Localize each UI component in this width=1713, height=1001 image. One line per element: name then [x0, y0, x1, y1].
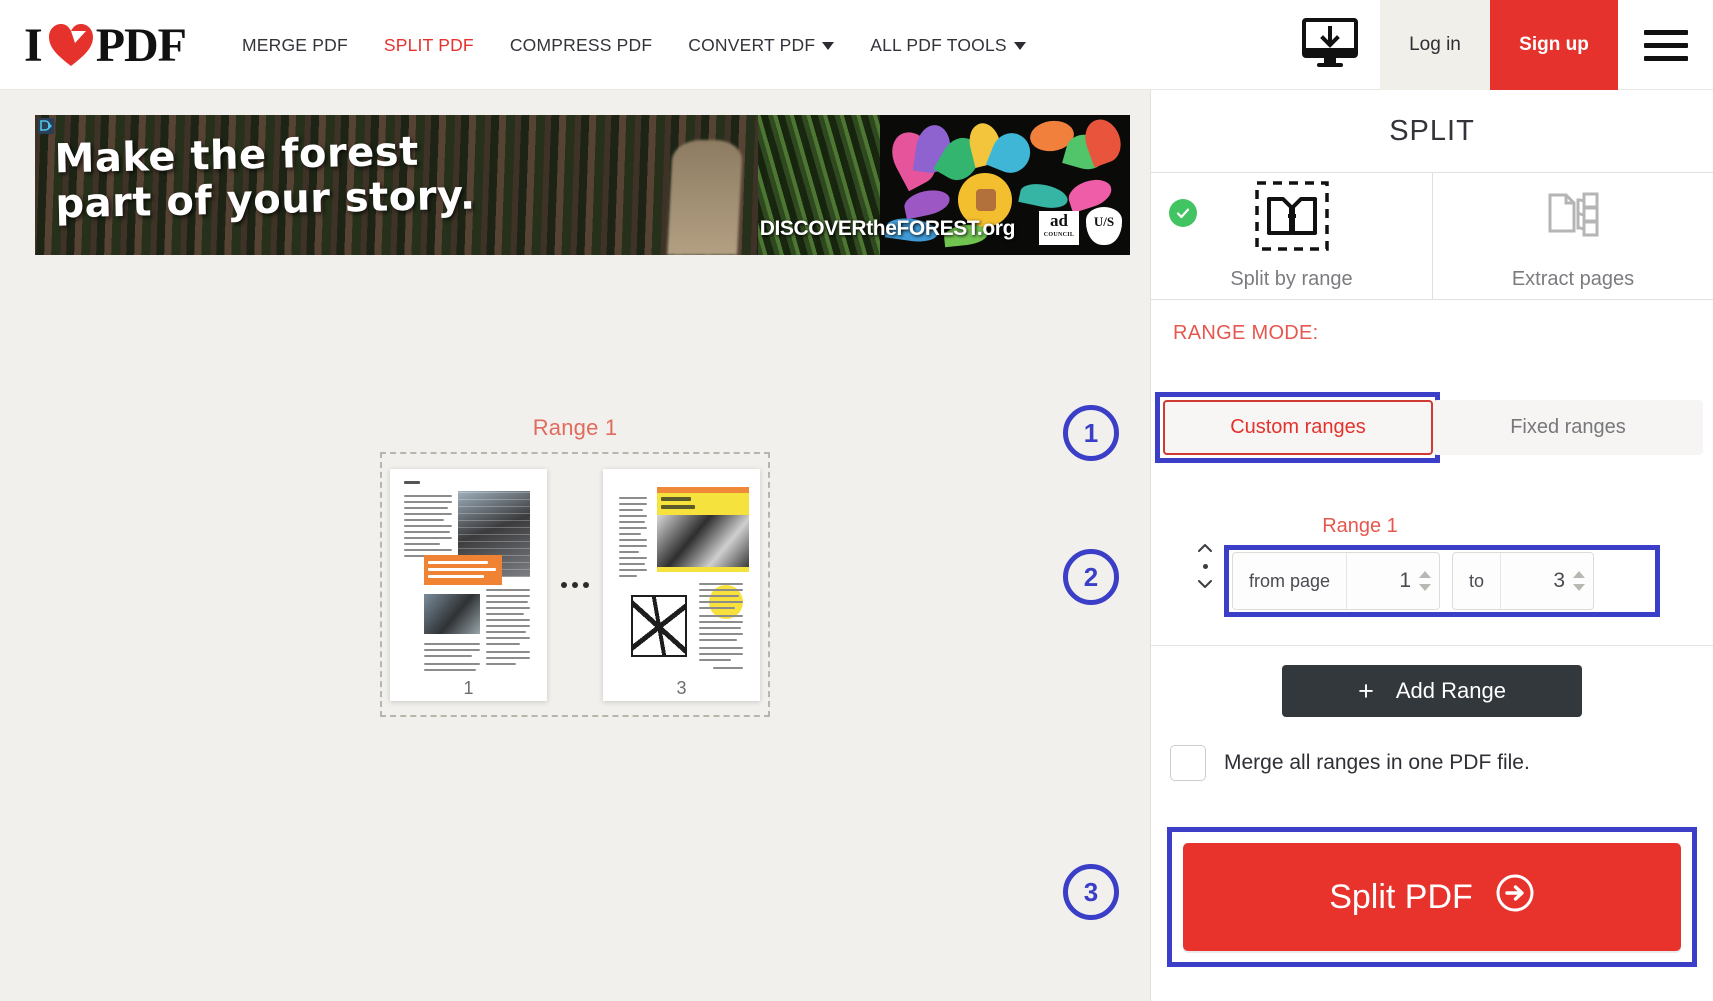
preview-range-title: Range 1 — [532, 415, 618, 440]
split-pdf-button-label: Split PDF — [1329, 877, 1473, 916]
range-preview-box: 1 3 — [380, 452, 770, 717]
drag-sort-icon[interactable] — [1195, 543, 1215, 589]
heart-icon — [48, 23, 94, 67]
step-marker-3: 3 — [1063, 864, 1119, 920]
page-thumbnail-content — [613, 476, 750, 675]
to-page-value: 3 — [1553, 569, 1566, 592]
range-inputs-row: from page 1 to 3 — [1232, 552, 1595, 610]
merge-ranges-checkbox[interactable] — [1170, 745, 1206, 781]
nav-item-split-pdf[interactable]: SPLIT PDF — [366, 0, 492, 90]
from-page-input[interactable]: 1 — [1347, 553, 1439, 609]
add-range-label: Add Range — [1395, 678, 1506, 703]
from-page-label: from page — [1233, 553, 1348, 609]
tab-label-extract-pages: Extract pages — [1511, 268, 1635, 290]
nav-item-convert-pdf[interactable]: CONVERT PDF — [670, 0, 852, 90]
add-range-button[interactable]: + Add Range — [1282, 665, 1582, 717]
ad-council-sublabel: COUNCIL — [1043, 232, 1075, 238]
to-page-stepper[interactable] — [1573, 571, 1586, 591]
page-number-label: 1 — [463, 677, 474, 698]
split-by-range-icon — [1254, 181, 1329, 256]
extract-pages-icon — [1536, 181, 1610, 256]
tab-extract-pages[interactable]: Extract pages — [1432, 173, 1713, 299]
desktop-download-icon — [1302, 17, 1358, 73]
ad-sponsor-logos: ad COUNCIL U/S — [1039, 207, 1122, 245]
login-button[interactable]: Log in — [1380, 0, 1490, 90]
range-mode-segmented-control: Custom ranges Fixed ranges — [1163, 400, 1713, 455]
tab-split-by-range[interactable]: Split by range — [1151, 173, 1432, 299]
ad-council-label: ad — [1050, 211, 1068, 230]
ad-headline: Make the forest part of your story. — [54, 129, 476, 227]
ad-forest-trail — [667, 140, 744, 255]
from-page-value: 1 — [1399, 569, 1412, 592]
site-header: I PDF MERGE PDF SPLIT PDF COMPRESS PDF C… — [0, 0, 1713, 90]
signup-button[interactable]: Sign up — [1490, 0, 1618, 90]
usfs-logo: U/S — [1086, 207, 1122, 245]
split-pdf-button[interactable]: Split PDF — [1183, 843, 1681, 951]
range-row-label: Range 1 — [1322, 515, 1398, 537]
from-page-stepper[interactable] — [1419, 571, 1432, 591]
arrow-right-circle-icon — [1495, 873, 1535, 922]
nav-item-all-pdf-tools[interactable]: ALL PDF TOOLS — [852, 0, 1044, 90]
merge-ranges-label: Merge all ranges in one PDF file. — [1224, 751, 1530, 774]
logo-text-right: PDF — [95, 18, 187, 72]
ad-brand-text: DISCOVERtheFOREST.org — [759, 217, 1016, 240]
tab-label-split-by-range: Split by range — [1230, 268, 1353, 290]
ad-council-logo: ad COUNCIL — [1039, 211, 1079, 245]
spinner-down-icon[interactable] — [1419, 584, 1432, 591]
ellipsis-icon — [561, 581, 589, 588]
to-page-label: to — [1453, 553, 1502, 609]
fixed-ranges-button[interactable]: Fixed ranges — [1433, 400, 1703, 455]
adchoices-icon[interactable] — [38, 118, 54, 134]
chevron-down-icon — [822, 41, 835, 50]
nav-label-all-pdf-tools: ALL PDF TOOLS — [870, 34, 1007, 55]
main-content: Make the forest part of your story. DISC… — [0, 90, 1150, 1001]
spinner-up-icon[interactable] — [1573, 571, 1586, 578]
panel-divider — [1151, 645, 1713, 646]
hamburger-menu-icon[interactable] — [1618, 0, 1713, 90]
page-thumbnail[interactable]: 3 — [603, 468, 760, 701]
spinner-up-icon[interactable] — [1419, 571, 1432, 578]
ad-headline-line-2: part of your story. — [55, 172, 477, 228]
nav-item-merge-pdf[interactable]: MERGE PDF — [224, 0, 366, 90]
range-mode-label: RANGE MODE: — [1173, 322, 1319, 344]
panel-title: SPLIT — [1389, 115, 1475, 147]
to-page-field[interactable]: to 3 — [1452, 552, 1595, 610]
plus-icon: + — [1358, 675, 1374, 706]
page-thumbnail-content — [400, 476, 537, 675]
page-thumbnail[interactable]: 1 — [390, 468, 547, 701]
merge-ranges-row: Merge all ranges in one PDF file. — [1170, 745, 1530, 781]
desktop-download-button[interactable] — [1280, 0, 1380, 90]
spinner-down-icon[interactable] — [1573, 584, 1586, 591]
split-mode-tabs: Split by range Extract pages — [1151, 172, 1713, 300]
site-logo[interactable]: I PDF — [0, 0, 196, 90]
chevron-down-icon — [1013, 41, 1026, 50]
step-marker-1: 1 — [1063, 405, 1119, 461]
main-nav: MERGE PDF SPLIT PDF COMPRESS PDF CONVERT… — [224, 0, 1044, 89]
to-page-input[interactable]: 3 — [1501, 553, 1593, 609]
custom-ranges-button[interactable]: Custom ranges — [1163, 400, 1433, 455]
logo-text-left: I — [24, 18, 43, 72]
advertisement-banner[interactable]: Make the forest part of your story. DISC… — [35, 115, 1130, 255]
step-marker-2: 2 — [1063, 549, 1119, 605]
nav-label-convert-pdf: CONVERT PDF — [688, 34, 816, 55]
header-spacer — [1044, 0, 1280, 89]
nav-item-compress-pdf[interactable]: COMPRESS PDF — [492, 0, 670, 90]
from-page-field[interactable]: from page 1 — [1232, 552, 1441, 610]
page-number-label: 3 — [676, 677, 687, 698]
